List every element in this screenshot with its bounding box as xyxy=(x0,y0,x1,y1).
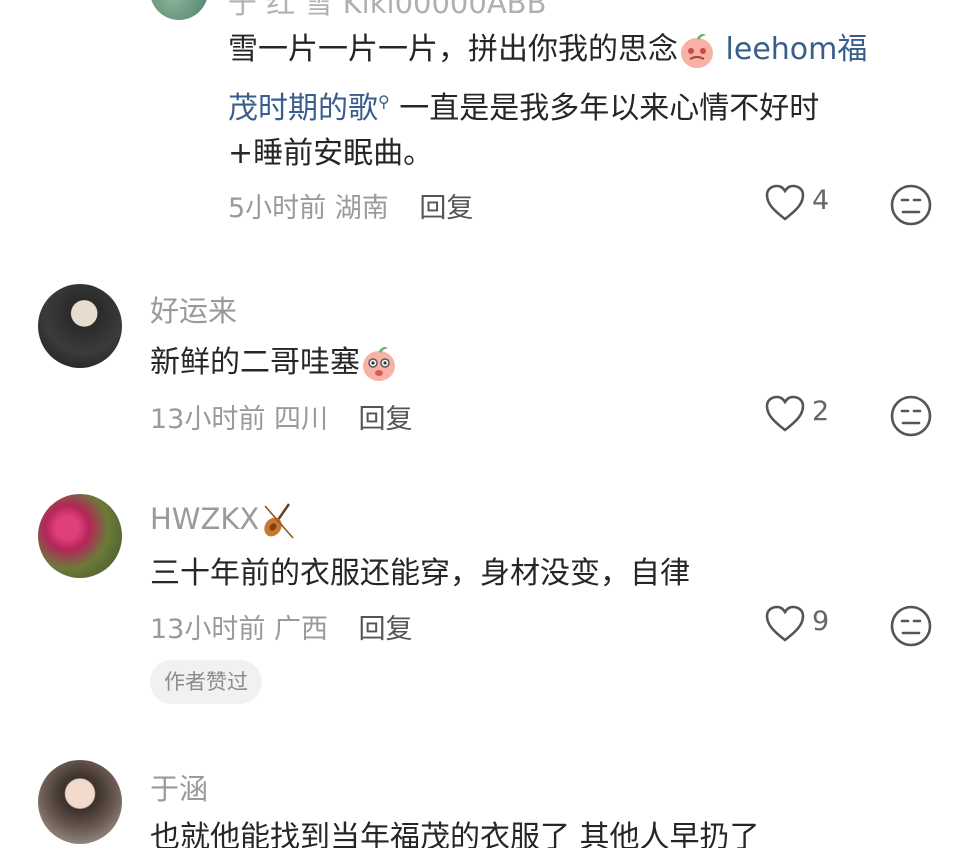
comment-text-part: 新鲜的二哥哇塞 xyxy=(150,345,360,380)
comment-username[interactable]: 于 红 雪 Kiki00000ABB xyxy=(228,0,546,22)
comment-text: 三十年前的衣服还能穿，身材没变，自律 xyxy=(150,556,690,591)
comment-text-part: 一直是是我多年以来心情不好时 xyxy=(389,91,820,126)
neutral-face-icon xyxy=(890,395,932,437)
comment-username[interactable]: 于涵 xyxy=(150,766,208,808)
comment-meta: 13小时前 广西 回复 xyxy=(150,607,413,646)
like-button[interactable]: 4 xyxy=(764,183,844,227)
peach-face-sticker xyxy=(681,33,713,68)
mention-link[interactable]: 茂时期的歌⚲ xyxy=(228,91,390,126)
comment-username[interactable]: 好运来 xyxy=(150,288,237,330)
heart-outline-icon xyxy=(765,184,805,221)
dislike-button[interactable] xyxy=(889,604,933,648)
neutral-face-icon xyxy=(890,605,932,647)
heart-outline-icon xyxy=(765,605,805,642)
reply-button[interactable]: 回复 xyxy=(419,193,473,224)
comment-username[interactable]: HWZKX xyxy=(150,500,299,542)
comment-text: 新鲜的二哥哇塞 xyxy=(150,337,398,389)
like-count: 4 xyxy=(812,185,830,216)
heart-outline-icon xyxy=(765,395,805,432)
search-icon: ⚲ xyxy=(378,92,390,111)
comment-location: 四川 xyxy=(273,404,328,435)
avatar[interactable] xyxy=(38,494,122,578)
violin-emoji xyxy=(264,503,294,539)
reply-button[interactable]: 回复 xyxy=(359,404,413,435)
dislike-button[interactable] xyxy=(889,183,933,227)
comment-time: 13小时前 xyxy=(150,614,266,645)
comment-location: 广西 xyxy=(273,614,328,645)
comment-time: 5小时前 xyxy=(228,193,327,224)
dislike-button[interactable] xyxy=(889,394,933,438)
comment-location: 湖南 xyxy=(334,193,389,224)
comment-text: 雪一片一片一片，拼出你我的思念 leehom福 xyxy=(228,24,867,76)
like-count: 2 xyxy=(812,396,830,427)
comment-text: +睡前安眠曲。 xyxy=(228,136,434,171)
like-button[interactable]: 2 xyxy=(764,394,844,438)
avatar[interactable] xyxy=(38,760,122,844)
neutral-face-icon xyxy=(890,184,932,226)
comment-text-part: 雪一片一片一片，拼出你我的思念 xyxy=(228,32,678,67)
comment-text: 也就他能找到当年福茂的衣服了 其他人早扔了 xyxy=(150,820,760,848)
comment-list: 于 红 雪 Kiki00000ABB 雪一片一片一片，拼出你我的思念 leeho… xyxy=(0,0,960,848)
mention-link[interactable]: leehom福 xyxy=(716,32,868,67)
avatar[interactable] xyxy=(38,284,122,368)
like-button[interactable]: 9 xyxy=(764,604,844,648)
comment-meta: 5小时前 湖南 回复 xyxy=(228,186,473,225)
comment-text: 茂时期的歌⚲ 一直是是我多年以来心情不好时 xyxy=(228,76,819,135)
author-liked-badge: 作者赞过 xyxy=(150,660,262,704)
peach-face-sticker xyxy=(363,346,395,381)
comment-time: 13小时前 xyxy=(150,404,266,435)
comment-meta: 13小时前 四川 回复 xyxy=(150,397,413,436)
avatar[interactable] xyxy=(150,0,208,20)
reply-button[interactable]: 回复 xyxy=(359,614,413,645)
like-count: 9 xyxy=(812,606,830,637)
